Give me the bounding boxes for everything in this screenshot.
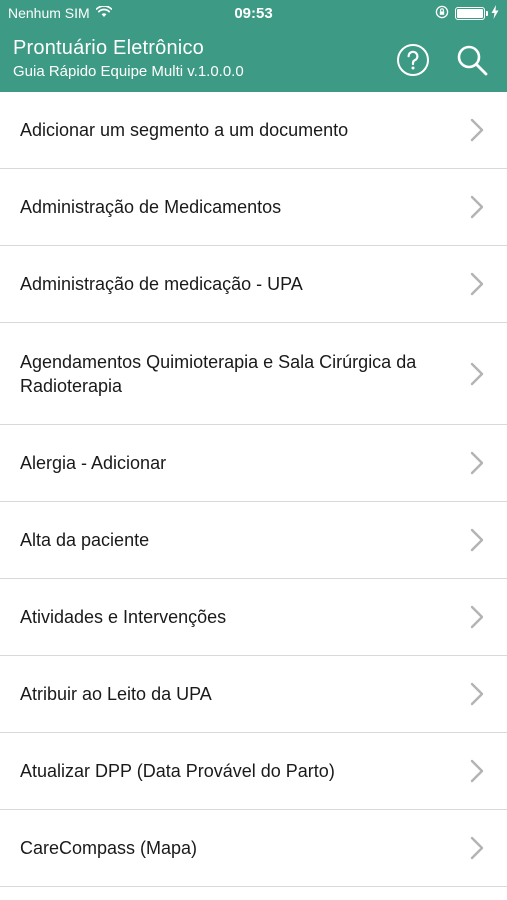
list-item[interactable]: Administração de Medicamentos <box>0 169 507 246</box>
list-item-label: Agendamentos Quimioterapia e Sala Cirúrg… <box>20 351 417 396</box>
chevron-right-icon <box>470 759 484 783</box>
chevron-right-icon <box>470 272 484 296</box>
list-item-label: Administração de medicação - UPA <box>20 274 303 294</box>
chevron-right-icon <box>470 605 484 629</box>
app-header: Prontuário Eletrônico Guia Rápido Equipe… <box>0 28 507 92</box>
status-bar: Nenhum SIM 09:53 <box>0 0 507 28</box>
chevron-right-icon <box>470 195 484 219</box>
list-item-label: Administração de Medicamentos <box>20 197 282 217</box>
chevron-right-icon <box>470 528 484 552</box>
list-item[interactable]: Atribuir ao Leito da UPA <box>0 656 507 733</box>
page-subtitle: Guia Rápido Equipe Multi v.1.0.0.0 <box>13 63 244 80</box>
chevron-right-icon <box>470 451 484 475</box>
help-icon <box>397 44 429 76</box>
status-time: 09:53 <box>234 5 273 22</box>
list-item[interactable]: Alta da paciente <box>0 502 507 579</box>
list-item-label: Atualizar DPP (Data Provável do Parto) <box>20 761 335 781</box>
list-item[interactable]: Agendamentos Quimioterapia e Sala Cirúrg… <box>0 323 507 425</box>
battery-icon <box>455 7 488 20</box>
top-bar: Nenhum SIM 09:53 Prontuário Eletrônico G… <box>0 0 507 92</box>
list-item[interactable]: Alergia - Adicionar <box>0 425 507 502</box>
page-title: Prontuário Eletrônico <box>13 37 204 59</box>
list-item-label: Adicionar um segmento a um documento <box>20 120 349 140</box>
charging-icon <box>491 5 499 22</box>
list-item-label: Alta da paciente <box>20 530 150 550</box>
list-item-label: CareCompass (Mapa) <box>20 838 198 858</box>
search-button[interactable] <box>454 42 490 78</box>
topic-list: Adicionar um segmento a um documento Adm… <box>0 92 507 887</box>
list-item[interactable]: Atividades e Intervenções <box>0 579 507 656</box>
list-item-label: Alergia - Adicionar <box>20 453 167 473</box>
chevron-right-icon <box>470 836 484 860</box>
list-item-label: Atividades e Intervenções <box>20 607 227 627</box>
battery-fill <box>457 9 483 18</box>
list-item[interactable]: Adicionar um segmento a um documento <box>0 92 507 169</box>
chevron-right-icon <box>470 682 484 706</box>
list-item[interactable]: CareCompass (Mapa) <box>0 810 507 887</box>
orientation-lock-icon <box>435 5 449 22</box>
chevron-right-icon <box>470 118 484 142</box>
list-item[interactable]: Atualizar DPP (Data Provável do Parto) <box>0 733 507 810</box>
search-icon <box>457 45 488 76</box>
help-button[interactable] <box>395 42 431 78</box>
list-item[interactable]: Administração de medicação - UPA <box>0 246 507 323</box>
chevron-right-icon <box>470 362 484 385</box>
app-screen: Nenhum SIM 09:53 Prontuário Eletrônico G… <box>0 0 507 900</box>
status-right <box>435 5 499 22</box>
list-item-label: Atribuir ao Leito da UPA <box>20 684 212 704</box>
